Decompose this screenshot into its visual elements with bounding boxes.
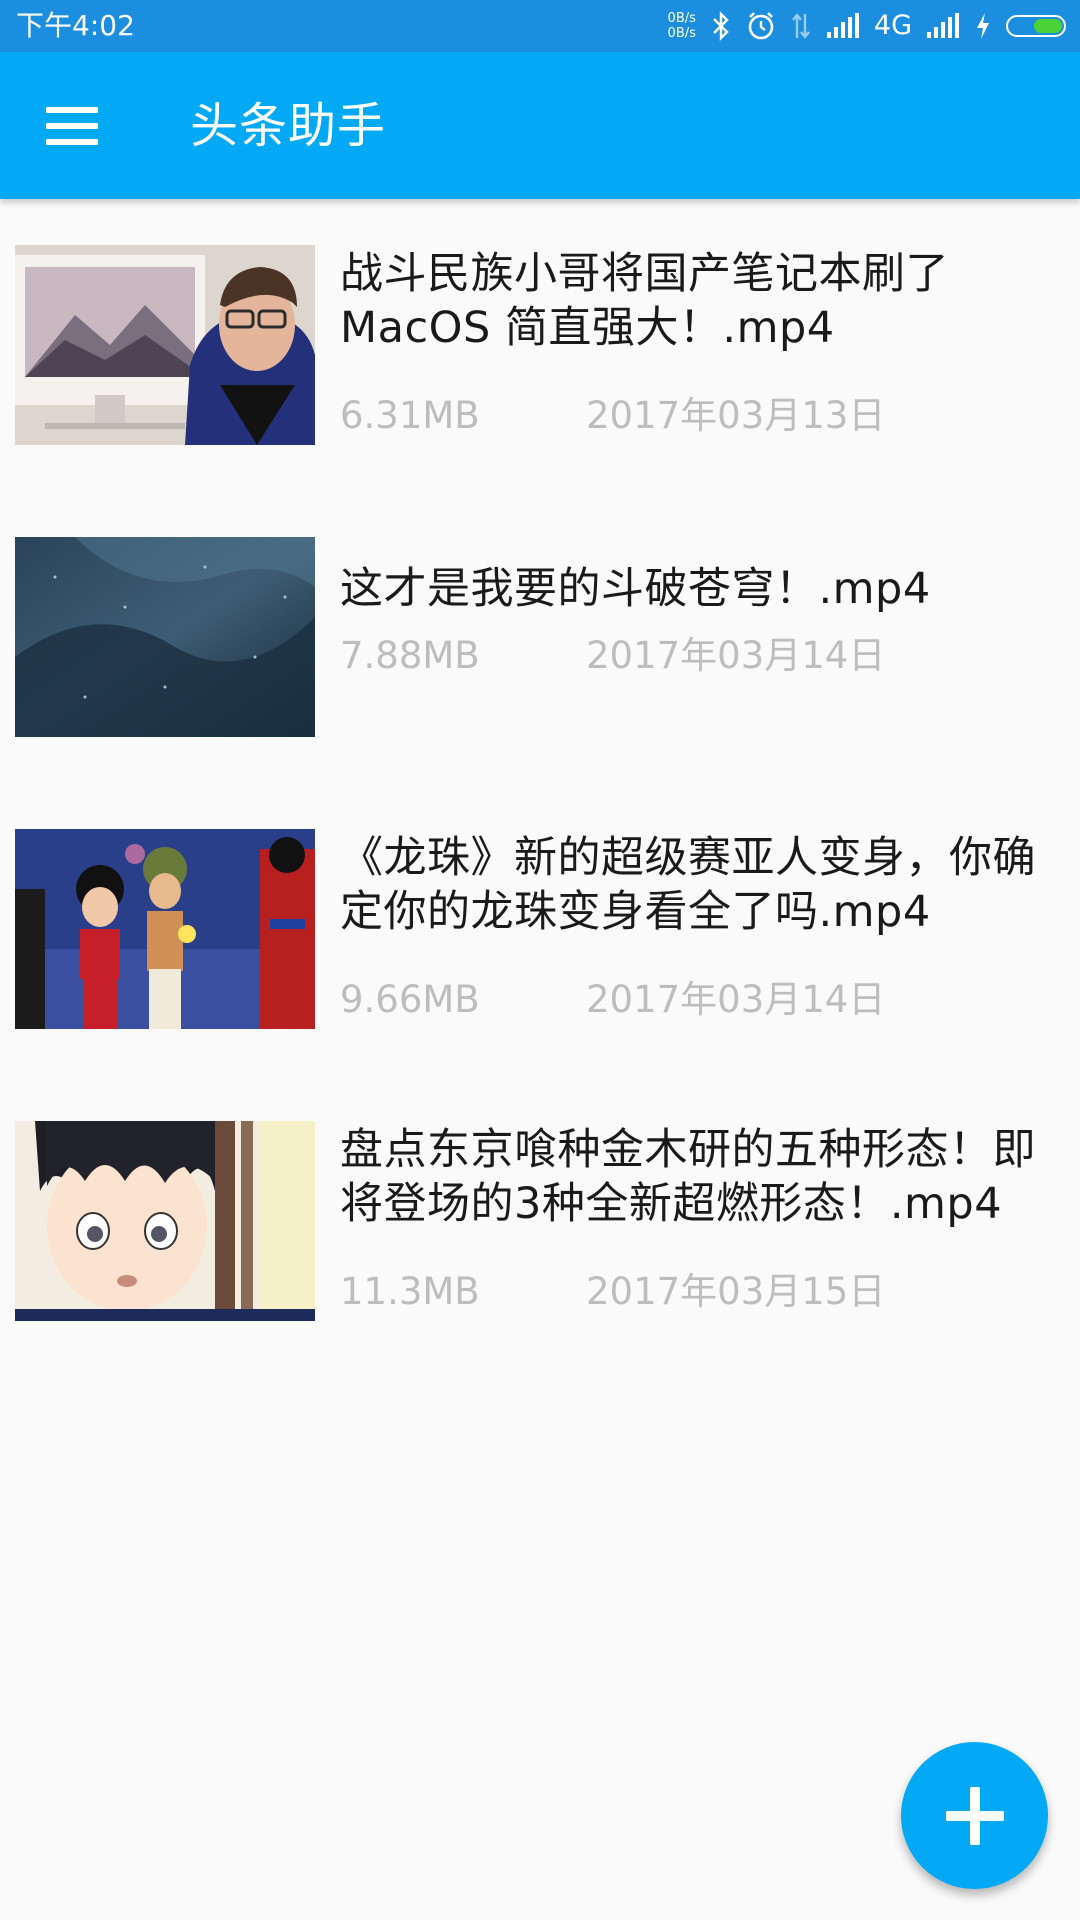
video-date: 2017年03月15日 — [586, 1270, 886, 1313]
app-bar: 头条助手 — [0, 52, 1080, 199]
video-date: 2017年03月14日 — [586, 978, 886, 1021]
video-size: 11.3MB — [340, 1270, 480, 1313]
status-time: 下午4:02 — [16, 9, 135, 42]
anime-boy-thumbnail — [15, 1121, 315, 1321]
menu-button[interactable] — [32, 86, 112, 166]
net-speed-down: 0B/s — [667, 26, 696, 41]
hamburger-menu-icon — [46, 107, 98, 145]
video-size: 9.66MB — [340, 978, 480, 1021]
video-size: 7.88MB — [340, 634, 480, 677]
anime-group-thumbnail — [15, 829, 315, 1029]
bluetooth-icon — [710, 11, 732, 41]
man-with-laptop-thumbnail — [15, 245, 315, 445]
signal-icon — [826, 13, 860, 39]
data-arrows-icon — [790, 11, 812, 41]
video-date: 2017年03月13日 — [586, 394, 886, 437]
video-list[interactable]: 战斗民族小哥将国产笔记本刷了 MacOS 简直强大！.mp4 6.31MB 20… — [0, 199, 1080, 1367]
video-title: 盘点东京喰种金木研的五种形态！即 将登场的3种全新超燃形态！.mp4 — [340, 1125, 1036, 1229]
video-title: 《龙珠》新的超级赛亚人变身，你确 定你的龙珠变身看全了吗.mp4 — [340, 833, 1036, 937]
video-size: 6.31MB — [340, 394, 480, 437]
dark-blue-texture-thumbnail — [15, 537, 315, 737]
video-list-item[interactable]: 战斗民族小哥将国产笔记本刷了 MacOS 简直强大！.mp4 6.31MB 20… — [0, 199, 1080, 491]
network-speed: 0B/s 0B/s — [668, 11, 696, 41]
video-date: 2017年03月14日 — [586, 634, 886, 677]
video-title: 战斗民族小哥将国产笔记本刷了 MacOS 简直强大！.mp4 — [340, 249, 949, 353]
status-bar: 下午4:02 0B/s 0B/s 4G — [0, 0, 1080, 52]
charging-icon — [974, 11, 992, 41]
app-title: 头条助手 — [190, 98, 387, 154]
app-screen: 下午4:02 0B/s 0B/s 4G 头条助手 战斗民族小哥将国产笔记本刷了 … — [0, 0, 1080, 1920]
network-type: 4G — [873, 10, 912, 41]
video-list-item[interactable]: 《龙珠》新的超级赛亚人变身，你确 定你的龙珠变身看全了吗.mp4 9.66MB … — [0, 783, 1080, 1075]
video-list-item[interactable]: 盘点东京喰种金木研的五种形态！即 将登场的3种全新超燃形态！.mp4 11.3M… — [0, 1075, 1080, 1367]
add-button[interactable] — [901, 1742, 1048, 1889]
video-list-item[interactable]: 这才是我要的斗破苍穹！.mp4 7.88MB 2017年03月14日 — [0, 491, 1080, 783]
plus-icon — [945, 1786, 1004, 1845]
signal-icon — [926, 13, 960, 39]
battery-icon — [1006, 15, 1066, 37]
alarm-icon — [746, 11, 776, 41]
status-icons: 0B/s 0B/s 4G — [668, 6, 1066, 46]
net-speed-up: 0B/s — [667, 11, 696, 26]
battery-level — [1034, 19, 1062, 33]
